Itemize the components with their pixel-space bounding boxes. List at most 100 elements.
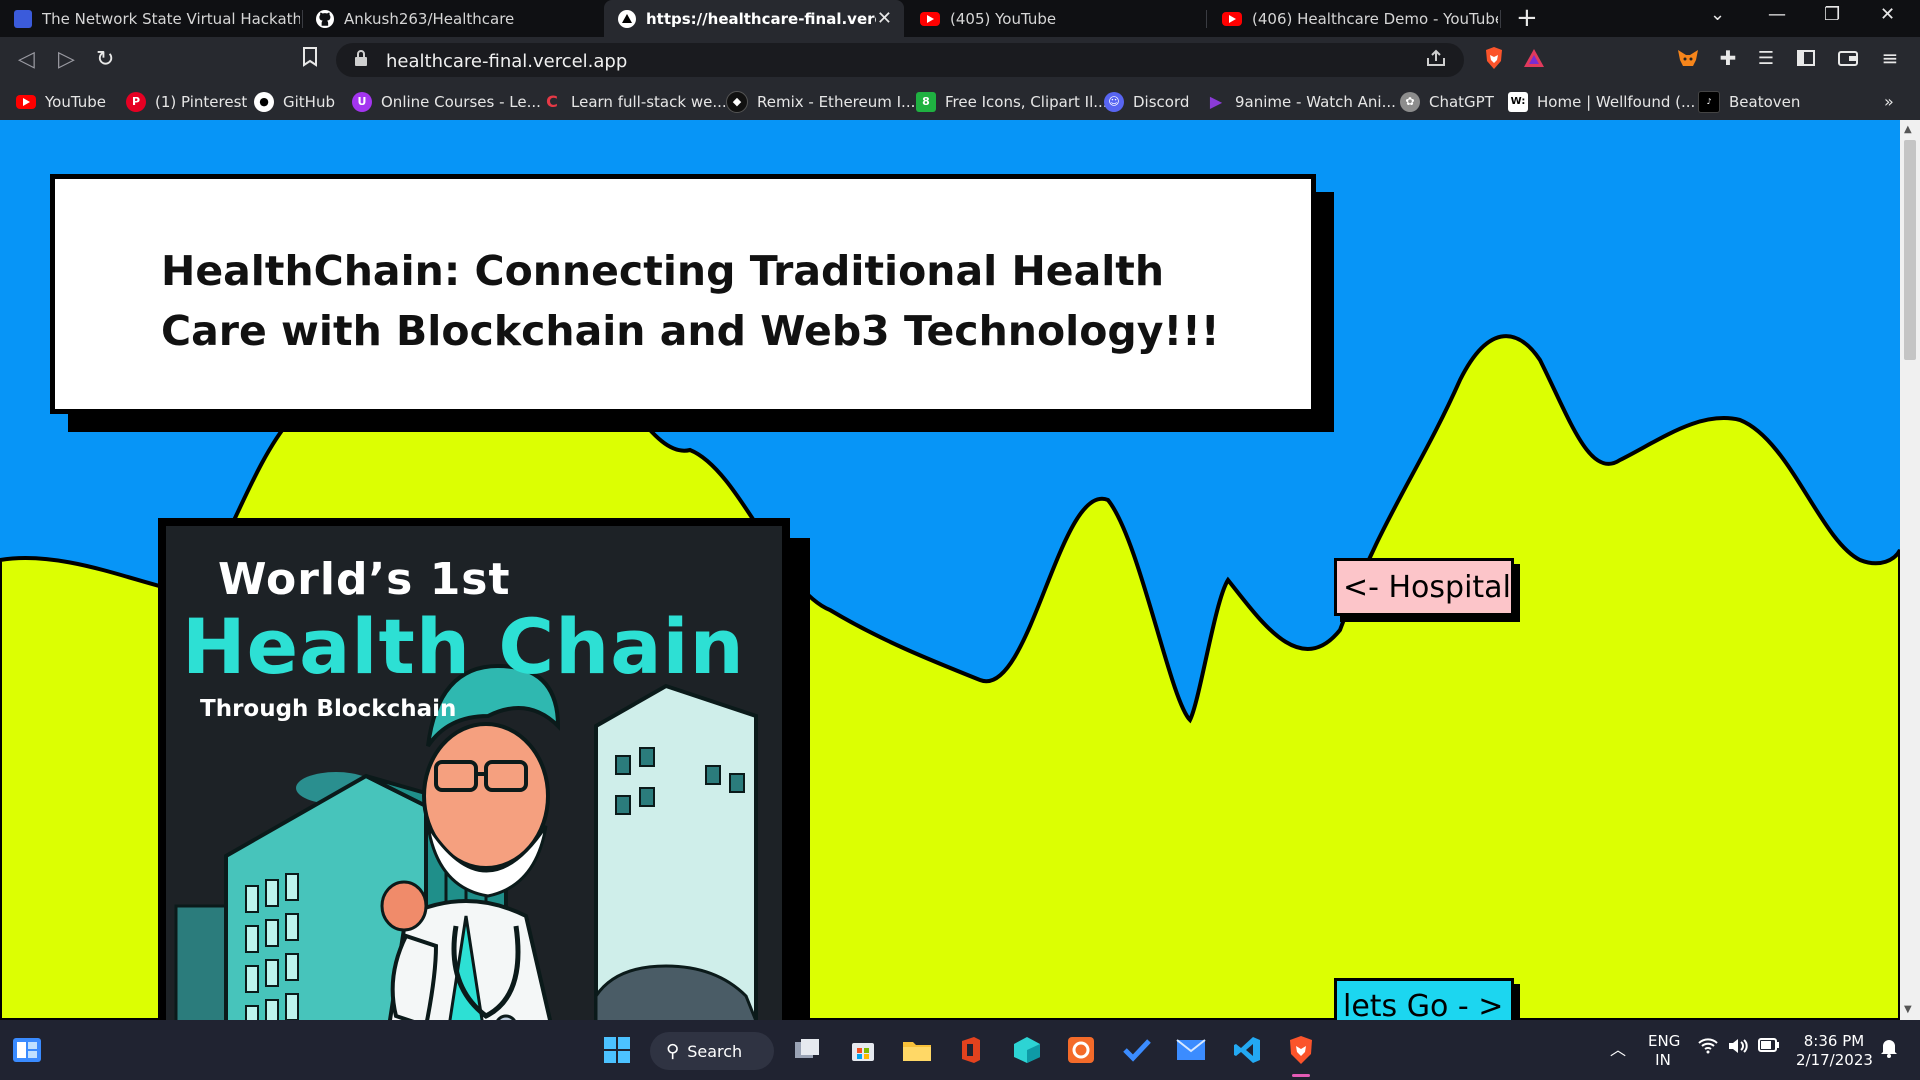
share-icon[interactable] (1426, 48, 1446, 72)
bookmark-label: (1) Pinterest (155, 92, 248, 111)
task-view-icon[interactable] (790, 1033, 824, 1067)
windows-taskbar: ⚲ Search ︿ ENG IN 8:36 PM 2/17/2023 (0, 1020, 1920, 1080)
tab-label: https://healthcare-final.vercel.app (646, 9, 876, 28)
scroll-down-icon[interactable]: ▼ (1904, 1004, 1912, 1015)
lets-go-button[interactable]: lets Go - > (1334, 978, 1514, 1020)
taskbar-search[interactable]: ⚲ Search (650, 1032, 774, 1070)
bookmark-wellfound[interactable]: W: Home | Wellfound (... (1508, 83, 1695, 120)
wellfound-icon: W: (1508, 91, 1528, 112)
windows-start-icon[interactable] (600, 1033, 634, 1067)
3d-cube-app-icon[interactable] (1010, 1033, 1044, 1067)
vscode-icon[interactable] (1230, 1033, 1264, 1067)
tab-youtube-405[interactable]: (405) YouTube (906, 0, 1206, 37)
tab-healthcare-final[interactable]: https://healthcare-final.vercel.app ✕ (604, 0, 904, 37)
chatgpt-icon: ✿ (1400, 91, 1420, 112)
close-tab-icon[interactable]: ✕ (877, 8, 892, 29)
orange-app-icon[interactable] (1064, 1033, 1098, 1067)
bookmark-beatoven[interactable]: ♪ Beatoven (1698, 83, 1800, 120)
brave-rewards-icon[interactable] (1522, 45, 1546, 71)
tab-label: (405) YouTube (950, 9, 1057, 28)
notification-icon[interactable] (1880, 1038, 1898, 1063)
more-bookmarks-icon[interactable]: » (1884, 83, 1894, 120)
todo-check-icon[interactable] (1120, 1033, 1154, 1067)
restore-icon[interactable]: ❐ (1824, 4, 1840, 25)
doc-icon (14, 9, 32, 28)
icons8-icon: 8 (916, 91, 936, 112)
youtube-icon (920, 11, 940, 26)
search-label: Search (687, 1041, 743, 1061)
poster-line-3: Through Blockchain (200, 696, 457, 722)
close-window-icon[interactable]: ✕ (1880, 4, 1895, 25)
bookmark-youtube[interactable]: YouTube (16, 83, 106, 120)
bookmark-label: Free Icons, Clipart Il... (945, 92, 1108, 111)
wallet-icon[interactable] (1836, 45, 1860, 71)
remix-icon: ◆ (726, 90, 748, 113)
bookmark-page-icon[interactable] (302, 47, 318, 72)
tab-label: (406) Healthcare Demo - YouTube (1252, 9, 1498, 28)
bookmark-udemy[interactable]: U Online Courses - Le... (352, 83, 541, 120)
discord-icon: ☺ (1104, 91, 1124, 112)
scroll-up-icon[interactable]: ▲ (1904, 124, 1912, 135)
tab-label: The Network State Virtual Hackathon: (42, 9, 300, 28)
bookmark-remix[interactable]: ◆ Remix - Ethereum I... (726, 83, 915, 120)
health-chain-poster: World’s 1st Health Chain Through Blockch… (158, 518, 790, 1020)
menu-icon[interactable]: ≡ (1878, 45, 1902, 71)
battery-icon[interactable] (1758, 1038, 1780, 1057)
tab-hackathon[interactable]: The Network State Virtual Hackathon: (0, 0, 300, 37)
bookmark-label: Online Courses - Le... (381, 92, 541, 111)
tab-youtube-healthcare-demo[interactable]: (406) Healthcare Demo - YouTube (1208, 0, 1498, 37)
clock[interactable]: 8:36 PM 2/17/2023 (1796, 1032, 1873, 1070)
bookmark-chatgpt[interactable]: ✿ ChatGPT (1400, 83, 1494, 120)
scrollbar-thumb[interactable] (1904, 140, 1916, 360)
wifi-icon[interactable] (1698, 1038, 1718, 1059)
language-code: ENG (1648, 1032, 1681, 1050)
new-tab-button[interactable]: + (1516, 3, 1538, 33)
file-explorer-icon[interactable] (900, 1033, 934, 1067)
forward-arrow-icon[interactable]: ▷ (58, 47, 75, 72)
tab-search-chevron-icon[interactable]: ⌄ (1710, 4, 1725, 25)
github-icon: ● (254, 91, 274, 112)
play-icon: ▶ (1209, 92, 1223, 111)
bookmark-discord[interactable]: ☺ Discord (1104, 83, 1189, 120)
bookmark-label: 9anime - Watch Ani... (1235, 92, 1396, 111)
tab-github-healthcare[interactable]: Ankush263/Healthcare (302, 0, 602, 37)
mail-icon[interactable] (1174, 1033, 1208, 1067)
minimize-icon[interactable]: — (1768, 4, 1786, 25)
extensions-puzzle-icon[interactable]: ✚ (1716, 45, 1740, 71)
bookmark-codecademy[interactable]: C Learn full-stack we... (542, 83, 727, 120)
youtube-icon (16, 94, 36, 109)
media-queue-icon[interactable]: ☰ (1754, 45, 1778, 71)
brave-browser-icon[interactable] (1284, 1033, 1318, 1067)
pinterest-icon: P (126, 91, 146, 112)
bookmark-pinterest[interactable]: P (1) Pinterest (126, 83, 247, 120)
sidebar-toggle-icon[interactable] (1794, 45, 1818, 71)
poster-line-1: World’s 1st (218, 554, 511, 605)
back-arrow-icon[interactable]: ◁ (18, 47, 35, 72)
widgets-icon[interactable] (10, 1033, 44, 1067)
language-indicator[interactable]: ENG IN (1648, 1032, 1681, 1070)
reload-icon[interactable]: ↻ (96, 47, 114, 72)
brave-shields-icon[interactable] (1482, 45, 1506, 71)
show-hidden-icons-chevron[interactable]: ︿ (1610, 1040, 1626, 1059)
bookmark-icons8[interactable]: 8 Free Icons, Clipart Il... (916, 83, 1108, 120)
address-bar[interactable] (336, 43, 1464, 77)
region-code: IN (1655, 1051, 1671, 1069)
url-input[interactable] (384, 47, 1388, 75)
bookmark-label: ChatGPT (1429, 92, 1494, 111)
clock-time: 8:36 PM (1803, 1032, 1865, 1050)
microsoft-store-icon[interactable] (846, 1033, 880, 1067)
udemy-icon: U (352, 91, 372, 112)
page-scrollbar[interactable]: ▲ ▼ (1900, 120, 1920, 1020)
bookmark-label: Discord (1133, 92, 1190, 111)
metamask-icon[interactable] (1676, 45, 1700, 71)
volume-icon[interactable] (1728, 1038, 1748, 1059)
tab-divider (1206, 10, 1207, 28)
bookmarks-bar: YouTube P (1) Pinterest ● GitHub U Onlin… (0, 83, 1920, 120)
tab-strip: The Network State Virtual Hackathon: Ank… (0, 0, 1920, 37)
hospital-button[interactable]: <- Hospital (1334, 558, 1514, 616)
lock-icon[interactable] (354, 50, 368, 70)
bookmark-github[interactable]: ● GitHub (254, 83, 335, 120)
bookmark-9anime[interactable]: ▶ 9anime - Watch Ani... (1206, 83, 1396, 120)
bookmark-label: YouTube (45, 92, 106, 111)
office-icon[interactable] (954, 1033, 988, 1067)
